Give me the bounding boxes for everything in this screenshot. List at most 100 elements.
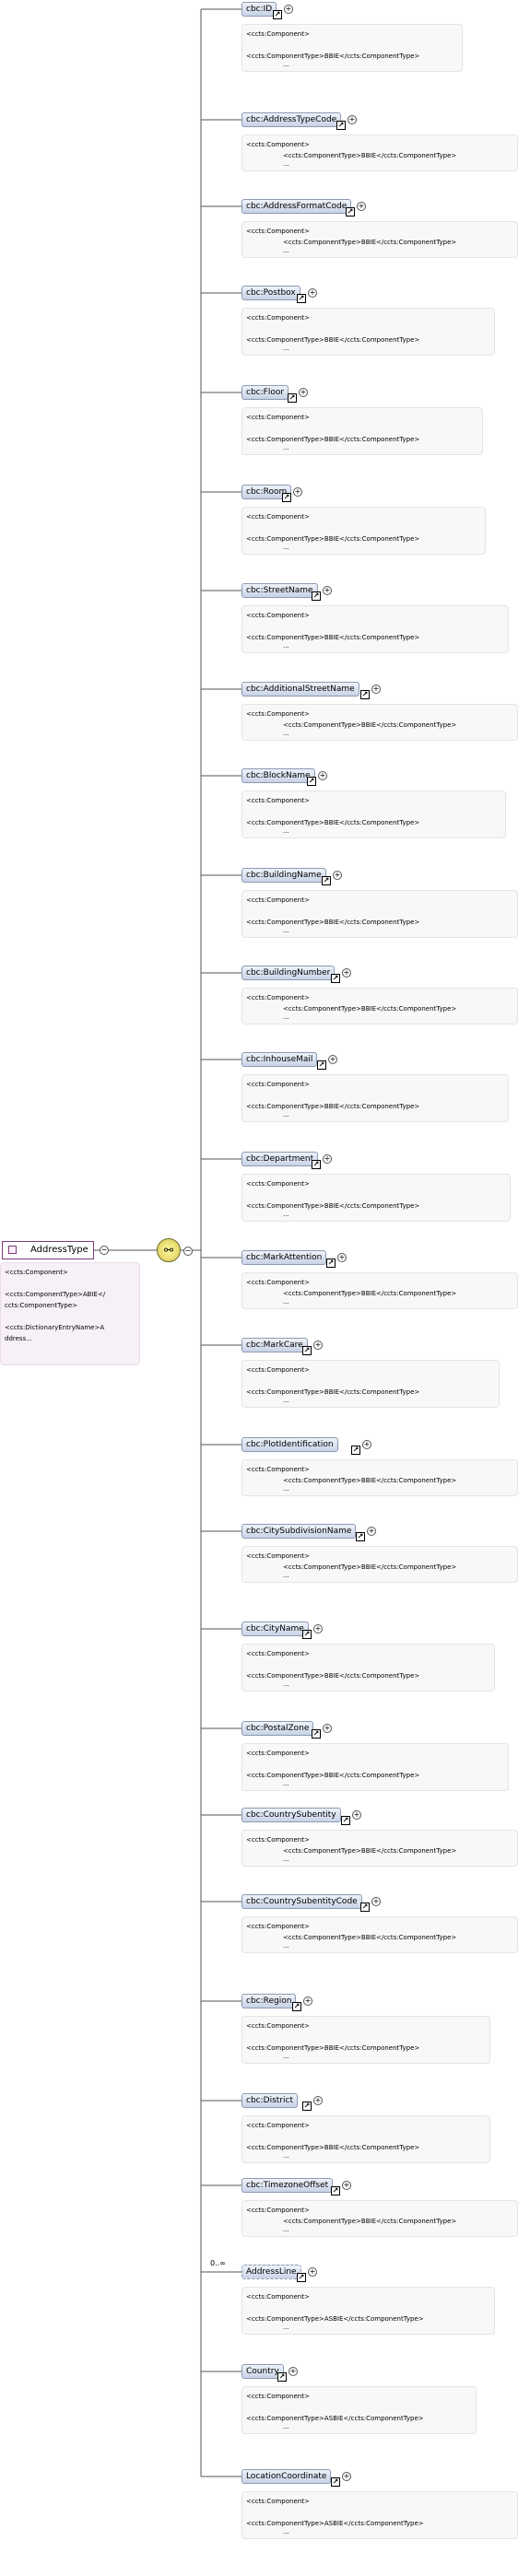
element-cbc-plotidentification[interactable]: cbc:PlotIdentification bbox=[241, 1437, 338, 1452]
expand-plus-icon[interactable]: + bbox=[371, 685, 381, 694]
sequence-connector-icon[interactable]: ⚯ bbox=[157, 1238, 181, 1262]
link-arrow-icon[interactable]: ↗ bbox=[312, 1160, 321, 1169]
element-cbc-region[interactable]: cbc:Region bbox=[241, 1994, 297, 2008]
link-arrow-icon[interactable]: ↗ bbox=[288, 393, 297, 403]
expand-plus-icon[interactable]: + bbox=[328, 1055, 337, 1064]
doc-component-line: <ccts:Component> bbox=[246, 1366, 310, 1374]
link-arrow-icon[interactable]: ↗ bbox=[312, 591, 321, 601]
expand-plus-icon[interactable]: + bbox=[313, 1341, 323, 1350]
element-cbc-postbox[interactable]: cbc:Postbox bbox=[241, 286, 300, 300]
expand-plus-icon[interactable]: + bbox=[323, 1724, 332, 1733]
root-expand-icon[interactable]: − bbox=[100, 1246, 109, 1255]
sequence-expand-icon[interactable]: − bbox=[183, 1247, 193, 1256]
link-arrow-icon[interactable]: ↗ bbox=[356, 1532, 365, 1541]
expand-plus-icon[interactable]: + bbox=[342, 2181, 351, 2190]
link-arrow-icon[interactable]: ↗ bbox=[297, 2273, 306, 2282]
doc-component-line: <ccts:Component> bbox=[246, 896, 310, 904]
expand-plus-icon[interactable]: + bbox=[293, 487, 302, 497]
expand-plus-icon[interactable]: + bbox=[337, 1253, 347, 1262]
element-cbc-addresstypecode[interactable]: cbc:AddressTypeCode bbox=[241, 112, 342, 127]
expand-plus-icon[interactable]: + bbox=[357, 202, 366, 211]
element-documentation: <ccts:Component> <ccts:ComponentType>BBI… bbox=[241, 1743, 509, 1791]
element-cbc-streetname[interactable]: cbc:StreetName bbox=[241, 583, 318, 598]
element-cbc-countrysubentitycode[interactable]: cbc:CountrySubentityCode bbox=[241, 1894, 362, 1909]
link-arrow-icon[interactable]: ↗ bbox=[360, 690, 370, 699]
expand-plus-icon[interactable]: + bbox=[299, 388, 308, 397]
expand-plus-icon[interactable]: + bbox=[347, 115, 357, 124]
link-arrow-icon[interactable]: ↗ bbox=[346, 207, 355, 217]
element-cbc-floor[interactable]: cbc:Floor bbox=[241, 385, 289, 400]
element-cbc-addressformatcode[interactable]: cbc:AddressFormatCode bbox=[241, 199, 352, 214]
element-documentation: <ccts:Component> <ccts:ComponentType>BBIE… bbox=[241, 704, 518, 741]
element-locationcoordinate[interactable]: LocationCoordinate bbox=[241, 2469, 332, 2484]
element-documentation: <ccts:Component> <ccts:ComponentType>BBI… bbox=[241, 507, 486, 555]
link-arrow-icon[interactable]: ↗ bbox=[331, 2186, 340, 2195]
element-cbc-postalzone[interactable]: cbc:PostalZone bbox=[241, 1721, 314, 1736]
expand-plus-icon[interactable]: + bbox=[313, 1624, 323, 1633]
element-cbc-buildingnumber[interactable]: cbc:BuildingNumber bbox=[241, 966, 336, 980]
element-documentation: <ccts:Component> <ccts:ComponentType>BBI… bbox=[241, 1074, 509, 1122]
doc-more: ... bbox=[283, 1298, 289, 1306]
expand-plus-icon[interactable]: + bbox=[308, 2267, 317, 2277]
element-documentation: <ccts:Component> <ccts:ComponentType>ASB… bbox=[241, 2491, 518, 2539]
element-documentation: <ccts:Component> <ccts:ComponentType>BBI… bbox=[241, 1360, 500, 1408]
link-arrow-icon[interactable]: ↗ bbox=[273, 10, 282, 19]
link-arrow-icon[interactable]: ↗ bbox=[307, 777, 316, 786]
link-arrow-icon[interactable]: ↗ bbox=[331, 2477, 340, 2487]
doc-spacer bbox=[246, 423, 478, 434]
expand-plus-icon[interactable]: + bbox=[323, 586, 332, 595]
link-arrow-icon[interactable]: ↗ bbox=[282, 493, 291, 502]
element-cbc-cityname[interactable]: cbc:CityName bbox=[241, 1622, 309, 1636]
expand-plus-icon[interactable]: + bbox=[289, 2367, 298, 2376]
element-cbc-additionalstreetname[interactable]: cbc:AdditionalStreetName bbox=[241, 682, 359, 697]
element-addressline[interactable]: AddressLine bbox=[241, 2265, 301, 2279]
expand-plus-icon[interactable]: + bbox=[323, 1154, 332, 1164]
element-cbc-blockname[interactable]: cbc:BlockName bbox=[241, 768, 315, 783]
element-documentation: <ccts:Component> <ccts:ComponentType>BBIE… bbox=[241, 221, 518, 258]
link-arrow-icon[interactable]: ↗ bbox=[297, 294, 306, 303]
expand-plus-icon[interactable]: + bbox=[362, 1440, 371, 1449]
expand-plus-icon[interactable]: + bbox=[371, 1897, 381, 1906]
link-arrow-icon[interactable]: ↗ bbox=[302, 1630, 312, 1639]
root-element-addresstype[interactable]: AddressType bbox=[2, 1241, 94, 1259]
element-documentation: <ccts:Component> <ccts:ComponentType>BBI… bbox=[241, 407, 483, 455]
element-cbc-countrysubentity[interactable]: cbc:CountrySubentity bbox=[241, 1808, 341, 1822]
link-arrow-icon[interactable]: ↗ bbox=[302, 1346, 312, 1355]
expand-plus-icon[interactable]: + bbox=[318, 771, 327, 780]
link-arrow-icon[interactable]: ↗ bbox=[312, 1729, 321, 1739]
element-cbc-id[interactable]: cbc:ID bbox=[241, 2, 277, 17]
expand-plus-icon[interactable]: + bbox=[352, 1810, 361, 1820]
link-arrow-icon[interactable]: ↗ bbox=[331, 974, 340, 983]
expand-plus-icon[interactable]: + bbox=[342, 2472, 351, 2481]
link-arrow-icon[interactable]: ↗ bbox=[336, 121, 346, 130]
link-arrow-icon[interactable]: ↗ bbox=[292, 2002, 301, 2011]
link-arrow-icon[interactable]: ↗ bbox=[277, 2372, 287, 2382]
element-cbc-department[interactable]: cbc:Department bbox=[241, 1152, 319, 1166]
expand-plus-icon[interactable]: + bbox=[303, 1996, 312, 2006]
element-cbc-timezoneoffset[interactable]: cbc:TimezoneOffset bbox=[241, 2178, 334, 2193]
link-arrow-icon[interactable]: ↗ bbox=[326, 1259, 336, 1268]
element-cbc-markcare[interactable]: cbc:MarkCare bbox=[241, 1338, 308, 1352]
doc-spacer bbox=[246, 522, 481, 533]
element-cbc-markattention[interactable]: cbc:MarkAttention bbox=[241, 1250, 327, 1265]
doc-spacer bbox=[246, 1376, 495, 1387]
expand-plus-icon[interactable]: + bbox=[342, 968, 351, 978]
link-arrow-icon[interactable]: ↗ bbox=[322, 876, 331, 885]
element-cbc-citysubdivisionname[interactable]: cbc:CitySubdivisionName bbox=[241, 1524, 357, 1539]
element-cbc-buildingname[interactable]: cbc:BuildingName bbox=[241, 868, 326, 883]
element-cbc-inhousemail[interactable]: cbc:InhouseMail bbox=[241, 1052, 318, 1067]
expand-plus-icon[interactable]: + bbox=[308, 288, 317, 298]
doc-component-line: <ccts:Component> bbox=[246, 1650, 310, 1657]
expand-plus-icon[interactable]: + bbox=[333, 871, 342, 880]
expand-plus-icon[interactable]: + bbox=[313, 2096, 323, 2105]
expand-plus-icon[interactable]: + bbox=[284, 5, 293, 14]
link-arrow-icon[interactable]: ↗ bbox=[317, 1060, 326, 1070]
root-doc-line: <ccts:ComponentType>ABIE</ bbox=[5, 1291, 106, 1298]
link-arrow-icon[interactable]: ↗ bbox=[360, 1903, 370, 1912]
link-arrow-icon[interactable]: ↗ bbox=[341, 1816, 350, 1825]
doc-component-line: <ccts:Component> bbox=[246, 1466, 310, 1473]
element-cbc-district[interactable]: cbc:District bbox=[241, 2093, 298, 2108]
link-arrow-icon[interactable]: ↗ bbox=[302, 2102, 312, 2111]
link-arrow-icon[interactable]: ↗ bbox=[351, 1446, 360, 1455]
expand-plus-icon[interactable]: + bbox=[367, 1527, 376, 1536]
